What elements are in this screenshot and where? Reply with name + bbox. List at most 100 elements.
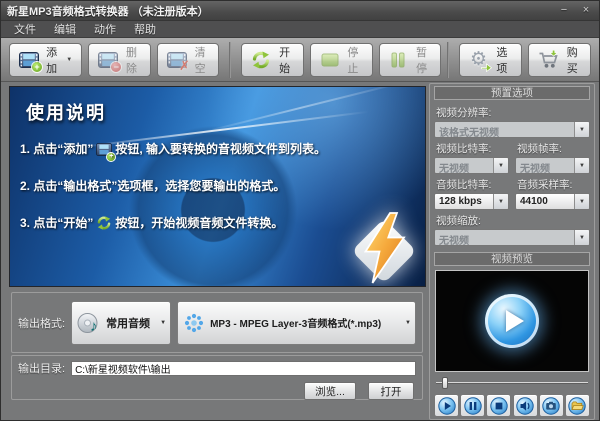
audio-bitrate-value: 128 kbps: [435, 194, 493, 209]
seek-thumb[interactable]: [442, 377, 448, 389]
plus-badge-icon: +: [32, 62, 42, 72]
chevron-down-icon: ▼: [66, 57, 72, 63]
chevron-down-icon: ▼: [493, 194, 508, 209]
seek-slider[interactable]: [436, 377, 588, 389]
toolbar-separator: [229, 42, 231, 78]
format-name-value: MP3 - MPEG Layer-3音频格式(*.mp3): [210, 315, 381, 330]
film-add-icon: +: [19, 51, 39, 69]
preview-stop-button[interactable]: [486, 394, 511, 417]
media-controls: [434, 394, 590, 417]
add-button[interactable]: + 添加 ▼: [9, 43, 82, 77]
window-controls: − ×: [557, 5, 593, 16]
mp3-dots-icon: [182, 311, 206, 335]
preview-play-button[interactable]: [434, 394, 459, 417]
video-resolution-label: 视频分辨率:: [436, 105, 590, 120]
chevron-down-icon: ▼: [493, 158, 508, 173]
banner-step-1: 1. 点击“添加”+按钮, 输入要转换的音视频文件到列表。: [20, 140, 421, 159]
video-scale-select[interactable]: 无视频 ▼: [434, 229, 590, 246]
options-label: 选项: [492, 44, 511, 76]
delete-label: 删除: [122, 44, 141, 76]
right-panel: 预置选项 视频分辨率: 该格式无视频 ▼ 视频比特率: 视频帧率: 无视频 ▼ …: [429, 83, 595, 420]
svg-text:♪: ♪: [90, 318, 98, 335]
close-button[interactable]: ×: [579, 5, 593, 16]
audio-samplerate-value: 44100: [516, 194, 574, 209]
audio-bitrate-label: 音频比特率:: [436, 177, 509, 192]
pause-button[interactable]: 暂停: [379, 43, 442, 77]
pause-label: 暂停: [412, 44, 431, 76]
chevron-down-icon: ▼: [574, 158, 589, 173]
open-folder-button[interactable]: [565, 394, 590, 417]
volume-button[interactable]: [513, 394, 538, 417]
convert-arrows-icon: [251, 51, 271, 69]
buy-button[interactable]: 购买: [528, 43, 592, 77]
x-badge-icon: ✗: [179, 58, 190, 74]
chevron-down-icon: ▼: [574, 122, 589, 137]
menu-file[interactable]: 文件: [5, 21, 45, 37]
menu-action[interactable]: 动作: [85, 21, 125, 37]
audio-samplerate-label: 音频采样率:: [517, 177, 590, 192]
minus-badge-icon: −: [111, 62, 121, 72]
lightning-logo: [343, 206, 421, 287]
output-directory-group: 输出目录: 浏览... 打开: [11, 355, 423, 400]
toolbar-separator: [447, 42, 449, 78]
open-button[interactable]: 打开: [368, 382, 414, 400]
step3-text: 按钮，开始视频音频文件转换。: [115, 216, 283, 230]
preset-options-header: 预置选项: [434, 86, 590, 100]
chevron-down-icon: ▼: [574, 230, 589, 245]
options-button[interactable]: ⚙ 选项: [459, 43, 522, 77]
video-resolution-select[interactable]: 该格式无视频 ▼: [434, 121, 590, 138]
stop-button[interactable]: 停止: [310, 43, 373, 77]
chevron-down-icon: ▼: [401, 320, 411, 326]
gear-icon: ⚙: [469, 50, 488, 70]
preview-pause-button[interactable]: [460, 394, 485, 417]
video-bitrate-value: 无视频: [435, 158, 493, 173]
stop-label: 停止: [343, 44, 362, 76]
shopping-cart-icon: [538, 50, 560, 70]
app-window: 新星MP3音频格式转换器 （未注册版本） − × 文件 编辑 动作 帮助 + 添…: [0, 0, 600, 421]
format-category-select[interactable]: ♪ 常用音频 ▼: [71, 301, 171, 345]
video-scale-value: 无视频: [435, 230, 574, 245]
video-framerate-value: 无视频: [516, 158, 574, 173]
video-framerate-select[interactable]: 无视频 ▼: [515, 157, 590, 174]
audio-samplerate-select[interactable]: 44100 ▼: [515, 193, 590, 210]
seek-track: [436, 382, 588, 384]
step1-text: 1. 点击“添加”: [20, 142, 93, 156]
audio-bitrate-select[interactable]: 128 kbps ▼: [434, 193, 509, 210]
format-name-select[interactable]: MP3 - MPEG Layer-3音频格式(*.mp3) ▼: [177, 301, 416, 345]
video-preview-header: 视频预览: [434, 252, 590, 266]
output-format-group: 输出格式: ♪ 常用音频 ▼ MP3 - MPEG Layer-3音频格式(*.…: [11, 292, 423, 353]
menu-edit[interactable]: 编辑: [45, 21, 85, 37]
snapshot-button[interactable]: [539, 394, 564, 417]
convert-arrows-mini-icon: [96, 216, 112, 233]
film-delete-icon: −: [98, 51, 118, 69]
video-bitrate-select[interactable]: 无视频 ▼: [434, 157, 509, 174]
start-label: 开始: [275, 44, 294, 76]
output-directory-input[interactable]: [71, 361, 416, 376]
output-format-label: 输出格式:: [18, 315, 65, 331]
banner-title: 使用说明: [26, 99, 106, 125]
cd-music-icon: ♪: [76, 310, 102, 336]
video-bitrate-label: 视频比特率:: [436, 141, 509, 156]
menubar: 文件 编辑 动作 帮助: [1, 21, 599, 38]
step3-text: 3. 点击“开始”: [20, 216, 93, 230]
video-framerate-label: 视频帧率:: [517, 141, 590, 156]
minimize-button[interactable]: −: [557, 5, 571, 16]
start-button[interactable]: 开始: [241, 43, 304, 77]
film-add-mini-icon: +: [96, 143, 112, 159]
step1-text: 按钮, 输入要转换的音视频文件到列表。: [115, 142, 326, 156]
delete-button[interactable]: − 删除: [88, 43, 151, 77]
chevron-down-icon: ▼: [156, 320, 166, 326]
titlebar: 新星MP3音频格式转换器 （未注册版本） − ×: [1, 1, 599, 21]
browse-button[interactable]: 浏览...: [304, 382, 356, 400]
media-player-logo-icon: [485, 294, 539, 348]
video-preview-area: [435, 270, 589, 372]
stop-square-icon: [320, 51, 339, 69]
film-clear-icon: ✗: [167, 51, 187, 69]
chevron-down-icon: ▼: [574, 194, 589, 209]
video-resolution-value: 该格式无视频: [435, 122, 574, 137]
clear-label: 清空: [191, 44, 210, 76]
buy-label: 购买: [564, 44, 582, 76]
menu-help[interactable]: 帮助: [125, 21, 165, 37]
clear-button[interactable]: ✗ 清空: [157, 43, 220, 77]
instructions-banner: 使用说明 1. 点击“添加”+按钮, 输入要转换的音视频文件到列表。 2. 点击…: [9, 86, 426, 287]
